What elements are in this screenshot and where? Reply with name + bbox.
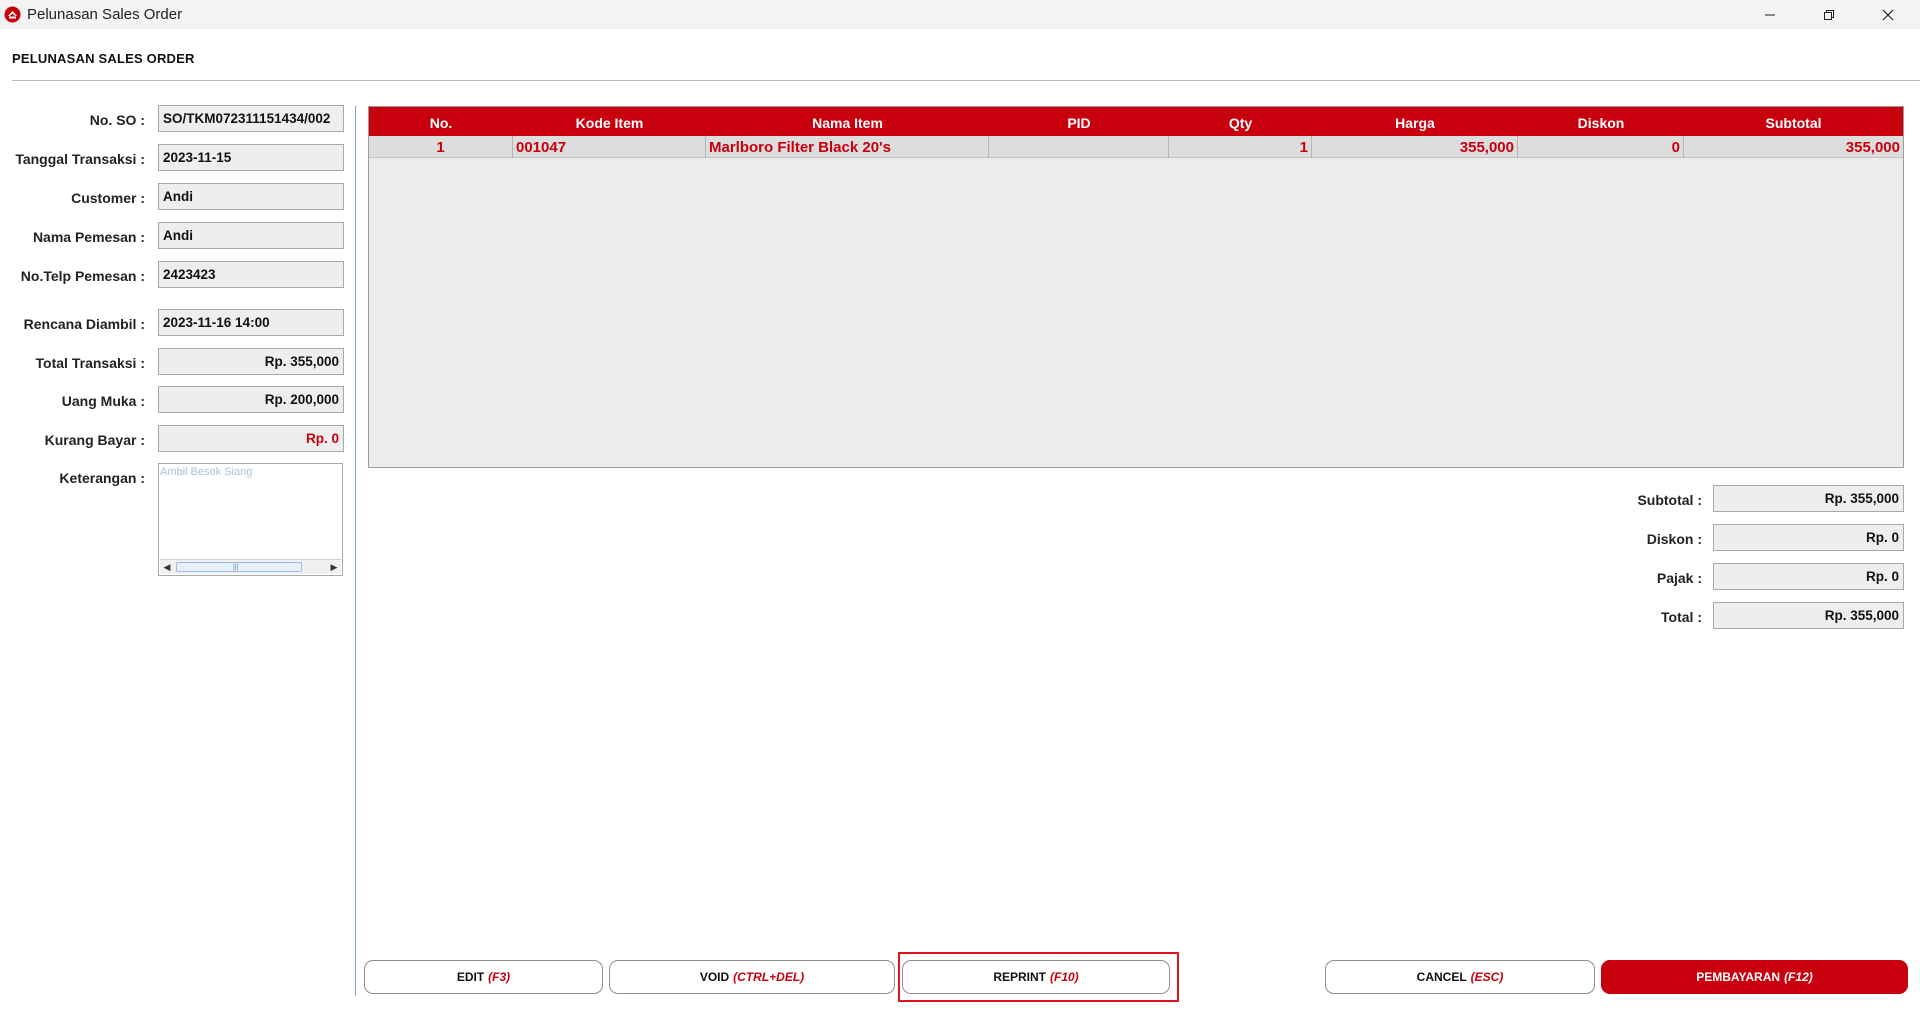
cell-no: 1 bbox=[369, 136, 513, 158]
reprint-button-label: REPRINT bbox=[993, 970, 1046, 984]
minimize-icon bbox=[1765, 14, 1775, 15]
cell-nama-item: Marlboro Filter Black 20's bbox=[706, 136, 989, 158]
kurang-bayar-field[interactable]: Rp. 0 bbox=[158, 425, 344, 452]
cell-kode-item: 001047 bbox=[513, 136, 706, 158]
summary-pajak-label: Pajak : bbox=[1656, 570, 1702, 586]
keterangan-textarea[interactable]: Ambil Besok Siang ◀ ||| ▶ bbox=[158, 463, 343, 576]
window-title: Pelunasan Sales Order bbox=[27, 6, 183, 23]
heading-divider bbox=[12, 80, 1920, 81]
void-shortcut: (CTRL+DEL) bbox=[733, 970, 805, 984]
panel-divider bbox=[355, 106, 356, 996]
column-header-kode-item[interactable]: Kode Item bbox=[513, 107, 706, 136]
cancel-button[interactable]: CANCEL (ESC) bbox=[1325, 960, 1595, 994]
reprint-shortcut: (F10) bbox=[1050, 970, 1079, 984]
column-header-subtotal[interactable]: Subtotal bbox=[1684, 107, 1903, 136]
scroll-right-icon[interactable]: ▶ bbox=[327, 560, 341, 574]
cancel-shortcut: (ESC) bbox=[1470, 970, 1504, 984]
app-logo-icon bbox=[4, 6, 21, 23]
column-header-nama-item[interactable]: Nama Item bbox=[706, 107, 989, 136]
total-transaksi-field[interactable]: Rp. 355,000 bbox=[158, 348, 344, 375]
column-header-no[interactable]: No. bbox=[369, 107, 513, 136]
rencana-diambil-label: Rencana Diambil : bbox=[23, 316, 145, 332]
cell-harga: 355,000 bbox=[1312, 136, 1518, 158]
edit-button[interactable]: EDIT (F3) bbox=[364, 960, 603, 994]
minimize-button[interactable] bbox=[1741, 0, 1799, 29]
restore-icon bbox=[1824, 9, 1834, 20]
customer-field[interactable]: Andi bbox=[158, 183, 344, 210]
pembayaran-button[interactable]: PEMBAYARAN (F12) bbox=[1601, 960, 1908, 994]
close-icon bbox=[1882, 9, 1894, 20]
cell-diskon: 0 bbox=[1518, 136, 1684, 158]
edit-shortcut: (F3) bbox=[488, 970, 511, 984]
summary-total-label: Total : bbox=[1661, 609, 1702, 625]
keterangan-placeholder: Ambil Besok Siang bbox=[160, 466, 253, 478]
scroll-thumb[interactable]: ||| bbox=[176, 562, 302, 572]
cell-qty: 1 bbox=[1169, 136, 1312, 158]
form-heading: PELUNASAN SALES ORDER bbox=[12, 51, 195, 66]
close-button[interactable] bbox=[1859, 0, 1917, 29]
tanggal-transaksi-field[interactable]: 2023-11-15 bbox=[158, 144, 344, 171]
summary-subtotal-field[interactable]: Rp. 355,000 bbox=[1713, 485, 1904, 512]
column-header-qty[interactable]: Qty bbox=[1169, 107, 1312, 136]
nama-pemesan-field[interactable]: Andi bbox=[158, 222, 344, 249]
restore-button[interactable] bbox=[1800, 0, 1858, 29]
summary-pajak-field[interactable]: Rp. 0 bbox=[1713, 563, 1904, 590]
total-transaksi-label: Total Transaksi : bbox=[35, 355, 145, 371]
uang-muka-field[interactable]: Rp. 200,000 bbox=[158, 386, 344, 413]
table-row[interactable]: 1 001047 Marlboro Filter Black 20's 1 35… bbox=[369, 136, 1903, 158]
customer-label: Customer : bbox=[71, 190, 145, 206]
column-header-pid[interactable]: PID bbox=[989, 107, 1169, 136]
column-header-harga[interactable]: Harga bbox=[1312, 107, 1518, 136]
summary-subtotal-label: Subtotal : bbox=[1637, 492, 1702, 508]
no-so-field[interactable]: SO/TKM072311151434/002 bbox=[158, 105, 344, 132]
rencana-diambil-field[interactable]: 2023-11-16 14:00 bbox=[158, 309, 344, 336]
column-header-diskon[interactable]: Diskon bbox=[1518, 107, 1684, 136]
keterangan-label: Keterangan : bbox=[59, 470, 145, 486]
title-bar: Pelunasan Sales Order bbox=[0, 0, 1920, 29]
table-header: No. Kode Item Nama Item PID Qty Harga Di… bbox=[369, 107, 1903, 136]
void-button[interactable]: VOID (CTRL+DEL) bbox=[609, 960, 895, 994]
summary-total-field[interactable]: Rp. 355,000 bbox=[1713, 602, 1904, 629]
summary-diskon-field[interactable]: Rp. 0 bbox=[1713, 524, 1904, 551]
nama-pemesan-label: Nama Pemesan : bbox=[32, 229, 145, 245]
scroll-grip-icon: ||| bbox=[233, 564, 239, 571]
cell-pid bbox=[989, 136, 1169, 158]
summary-diskon-label: Diskon : bbox=[1646, 531, 1702, 547]
tanggal-transaksi-label: Tanggal Transaksi : bbox=[15, 151, 145, 167]
pembayaran-shortcut: (F12) bbox=[1784, 970, 1813, 984]
no-telp-pemesan-label: No.Telp Pemesan : bbox=[20, 268, 145, 284]
keterangan-scrollbar[interactable]: ◀ ||| ▶ bbox=[160, 559, 341, 574]
items-table[interactable]: No. Kode Item Nama Item PID Qty Harga Di… bbox=[368, 106, 1904, 468]
pembayaran-button-label: PEMBAYARAN bbox=[1696, 970, 1781, 984]
cell-subtotal: 355,000 bbox=[1845, 139, 1900, 156]
scroll-left-icon[interactable]: ◀ bbox=[160, 560, 174, 574]
void-button-label: VOID bbox=[699, 970, 730, 984]
no-telp-pemesan-field[interactable]: 2423423 bbox=[158, 261, 344, 288]
edit-button-label: EDIT bbox=[456, 970, 485, 984]
kurang-bayar-label: Kurang Bayar : bbox=[44, 432, 145, 448]
no-so-label: No. SO : bbox=[89, 112, 145, 128]
cancel-button-label: CANCEL bbox=[1416, 970, 1467, 984]
uang-muka-label: Uang Muka : bbox=[61, 393, 145, 409]
reprint-button[interactable]: REPRINT (F10) bbox=[902, 960, 1170, 994]
